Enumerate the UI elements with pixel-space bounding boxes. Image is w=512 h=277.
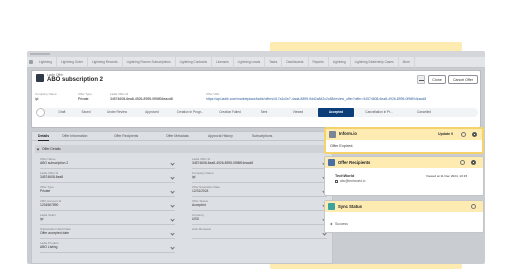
window-controls-icon <box>30 53 50 55</box>
detail-field: Offer Name ABO subscription 2 <box>40 157 175 169</box>
nav-tab[interactable]: Lightning <box>35 57 57 68</box>
nav-tab[interactable]: Lightning Dealership Cases <box>351 57 399 68</box>
recipients-title: Offer Recipients <box>338 160 371 165</box>
nav-tab[interactable]: Lightning <box>329 57 351 68</box>
details-panel: Details Offer Information Offer Recipien… <box>31 131 334 264</box>
inform-logo-icon <box>329 131 336 138</box>
nav-tab[interactable]: Licenses <box>212 57 234 68</box>
status-path: Draft Saved Under Review Approved Creation i… <box>36 108 478 117</box>
update-badge[interactable]: Update 0 <box>438 132 453 136</box>
nav-tab[interactable]: Lightning Rooms Subscriptions <box>123 57 176 68</box>
tab-approval-history[interactable]: Approval History <box>208 132 233 141</box>
sync-status-card: Sync Status Success <box>324 200 484 233</box>
chevron-down-icon <box>36 147 40 151</box>
inform-card: Inform.io Update 0 Offer Expired. <box>324 127 484 154</box>
inform-message: Offer Expired. <box>330 144 354 148</box>
path-stage[interactable]: Creation Failed <box>212 108 248 117</box>
sync-item[interactable]: Success <box>335 222 348 226</box>
nav-tab[interactable]: Lightning Order <box>57 57 88 68</box>
path-stage[interactable]: Saved <box>74 108 98 117</box>
nav-tab[interactable]: Lightning Leads <box>234 57 266 68</box>
detail-field: Offer Type Private <box>40 185 175 197</box>
recipients-icon <box>328 159 335 166</box>
info-icon[interactable] <box>472 132 477 137</box>
nav-tab[interactable]: Tasks <box>265 57 283 68</box>
recipients-card-header: Offer Recipients <box>325 157 483 168</box>
refresh-icon[interactable] <box>471 204 476 209</box>
highlight-fields: Company Name ipi Offer Type Private Ladle … <box>35 92 479 104</box>
recipient-name: TechWorld <box>335 174 355 178</box>
record-title: ABO subscription 2 <box>47 77 104 83</box>
detail-field: Offer Expiration Date 12/31/2024 <box>192 185 327 197</box>
inform-card-header: Inform.io Update 0 <box>326 129 482 140</box>
nav-tab[interactable]: Reports <box>309 57 329 68</box>
edit-pencil-icon[interactable] <box>170 203 175 208</box>
edit-pencil-icon[interactable] <box>170 217 175 222</box>
chevron-right-icon[interactable] <box>329 222 333 226</box>
edit-pencil-icon[interactable] <box>170 189 175 194</box>
nav-tab[interactable]: Dashboards <box>282 57 309 68</box>
path-stage[interactable]: Viewed <box>280 108 316 117</box>
detail-field: Subscription Start Date Offer accepted da… <box>40 227 175 239</box>
nav-tabs: Lightning Lightning Order Lightning Record… <box>27 57 485 68</box>
path-stage[interactable]: Draft <box>52 108 72 117</box>
follow-icon[interactable] <box>417 75 425 84</box>
viewed-timestamp: Viewed at 11 Dec 2024, 10:15 <box>426 174 468 178</box>
field-offer-url: Offer URL https://api.ladle.com/marketpla… <box>206 92 427 101</box>
path-stage[interactable]: Cancellation in Pr... <box>356 108 402 117</box>
edit-pencil-icon[interactable] <box>170 231 175 236</box>
tab-details[interactable]: Details <box>38 132 50 141</box>
offer-object-icon <box>36 74 44 82</box>
detail-field: Ladle Product ABO Listing <box>40 241 175 253</box>
edit-pencil-icon[interactable] <box>170 245 175 250</box>
detail-field: Offer Status Accepted <box>192 199 327 211</box>
path-stage[interactable]: Creation in Progr... <box>170 108 210 117</box>
tab-offer-recipients[interactable]: Offer Recipients <box>114 132 138 141</box>
detail-field: Currency USD <box>192 213 327 225</box>
path-stage[interactable]: Cancelled <box>404 108 444 117</box>
info-icon[interactable] <box>471 160 476 165</box>
edit-pencil-icon[interactable] <box>170 175 175 180</box>
nav-tab[interactable]: Lightning Records <box>88 57 123 68</box>
record-header: Ladle Offer ABO subscription 2 Clone Can… <box>31 70 481 128</box>
detail-field: Ladle Seller ipi <box>40 213 175 225</box>
offer-details-section[interactable]: Offer Details <box>35 145 330 153</box>
path-stage[interactable]: Under Review <box>100 108 134 117</box>
nav-tab[interactable]: Lightning Contracts <box>176 57 213 68</box>
tab-offer-metadata[interactable]: Offer Metadata <box>166 132 189 141</box>
clone-button[interactable]: Clone <box>428 75 446 84</box>
nav-tab[interactable]: More <box>399 57 415 68</box>
screenshot: Lightning Lightning Order Lightning Record… <box>0 0 512 277</box>
sync-icon <box>328 203 335 210</box>
sync-title: Sync Status <box>338 204 362 209</box>
cancel-offer-button[interactable]: Cancel Offer <box>448 75 478 84</box>
detail-field: Company Name ipi <box>192 171 327 183</box>
refresh-icon[interactable] <box>461 132 466 137</box>
detail-field: Auto Renewal <box>192 227 327 239</box>
recipient-email[interactable]: abc@techworld.io <box>340 179 365 183</box>
refresh-icon[interactable] <box>460 160 465 165</box>
detail-tabs: Details Offer Information Offer Recipien… <box>32 132 334 141</box>
app-launcher-icon[interactable] <box>27 57 35 68</box>
path-stage[interactable]: Approved <box>136 108 168 117</box>
tab-offer-information[interactable]: Offer Information <box>62 132 87 141</box>
detail-field: ABO Account Id 1234567890 <box>40 199 175 211</box>
detail-field: Ladle Offer Id 34574608-6ea8 <box>40 171 175 183</box>
detail-field: Ladle Offer Id 34574608-6ea8-4926-8995-0f… <box>192 157 327 169</box>
recipients-card: Offer Recipients TechWorld abc@techworld… <box>324 156 484 196</box>
edit-pencil-icon[interactable] <box>170 161 175 166</box>
path-toggle-button[interactable] <box>36 108 45 117</box>
sync-card-header: Sync Status <box>325 201 483 212</box>
tab-subscriptions[interactable]: Subscriptions <box>252 132 272 141</box>
email-icon <box>335 180 338 183</box>
inform-title: Inform.io <box>339 131 357 136</box>
path-stage[interactable]: Accepted <box>318 108 354 117</box>
path-stage[interactable]: Sent <box>250 108 278 117</box>
